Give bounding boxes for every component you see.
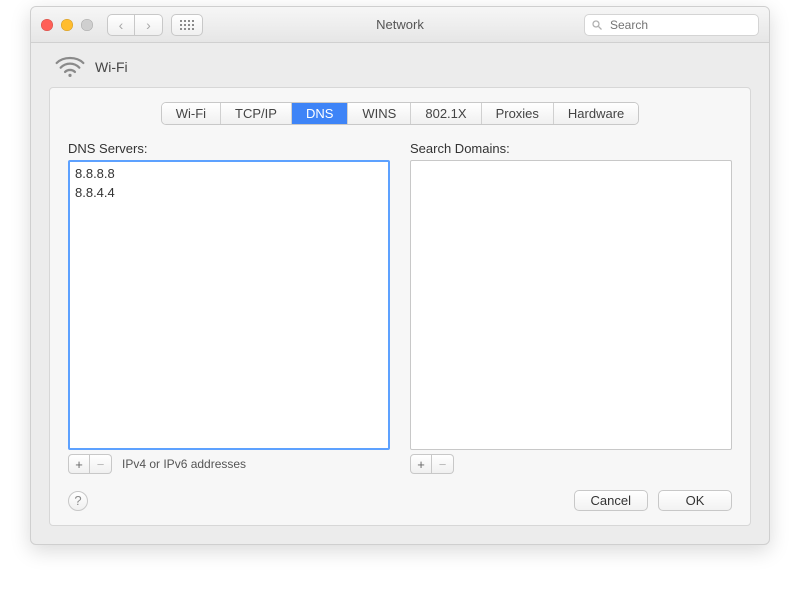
dns-servers-label: DNS Servers: <box>68 141 390 156</box>
close-icon[interactable] <box>41 19 53 31</box>
tab-hardware[interactable]: Hardware <box>554 103 638 124</box>
dns-hint: IPv4 or IPv6 addresses <box>122 457 246 471</box>
tab-8021x[interactable]: 802.1X <box>411 103 481 124</box>
connection-header: Wi-Fi <box>31 43 769 87</box>
search-icon <box>591 19 603 31</box>
tab-tcpip[interactable]: TCP/IP <box>221 103 292 124</box>
plus-icon: + <box>75 457 83 472</box>
list-item[interactable]: 8.8.4.4 <box>75 184 383 203</box>
plus-icon: + <box>417 457 425 472</box>
nav-back-forward: ‹ › <box>107 14 163 36</box>
titlebar: ‹ › Network <box>31 7 769 43</box>
dns-servers-list[interactable]: 8.8.8.88.8.4.4 <box>68 160 390 450</box>
back-button[interactable]: ‹ <box>107 14 135 36</box>
minus-icon: − <box>439 457 447 472</box>
tab-proxies[interactable]: Proxies <box>482 103 554 124</box>
grid-icon <box>180 20 194 30</box>
search-domains-label: Search Domains: <box>410 141 732 156</box>
dns-remove-button[interactable]: − <box>90 454 112 474</box>
forward-button[interactable]: › <box>135 14 163 36</box>
domains-add-button[interactable]: + <box>410 454 432 474</box>
connection-name: Wi-Fi <box>95 59 128 75</box>
tab-dns[interactable]: DNS <box>292 103 348 124</box>
search-field[interactable] <box>584 14 759 36</box>
tab-wins[interactable]: WINS <box>348 103 411 124</box>
tabs: Wi-FiTCP/IPDNSWINS802.1XProxiesHardware <box>68 102 732 125</box>
minus-icon: − <box>97 457 105 472</box>
wifi-icon <box>53 55 87 79</box>
cancel-button[interactable]: Cancel <box>574 490 648 511</box>
network-preferences-window: ‹ › Network Wi-Fi Wi-FiTCP/ <box>30 6 770 545</box>
settings-panel: Wi-FiTCP/IPDNSWINS802.1XProxiesHardware … <box>49 87 751 526</box>
chevron-left-icon: ‹ <box>119 17 124 33</box>
dns-add-button[interactable]: + <box>68 454 90 474</box>
tab-wifi[interactable]: Wi-Fi <box>162 103 221 124</box>
domains-remove-button[interactable]: − <box>432 454 454 474</box>
show-all-button[interactable] <box>171 14 203 36</box>
list-item[interactable]: 8.8.8.8 <box>75 165 383 184</box>
search-input[interactable] <box>608 17 752 33</box>
traffic-lights <box>41 19 93 31</box>
chevron-right-icon: › <box>146 17 151 33</box>
help-button[interactable]: ? <box>68 491 88 511</box>
minimize-icon[interactable] <box>61 19 73 31</box>
ok-button[interactable]: OK <box>658 490 732 511</box>
zoom-icon[interactable] <box>81 19 93 31</box>
search-domains-list[interactable] <box>410 160 732 450</box>
